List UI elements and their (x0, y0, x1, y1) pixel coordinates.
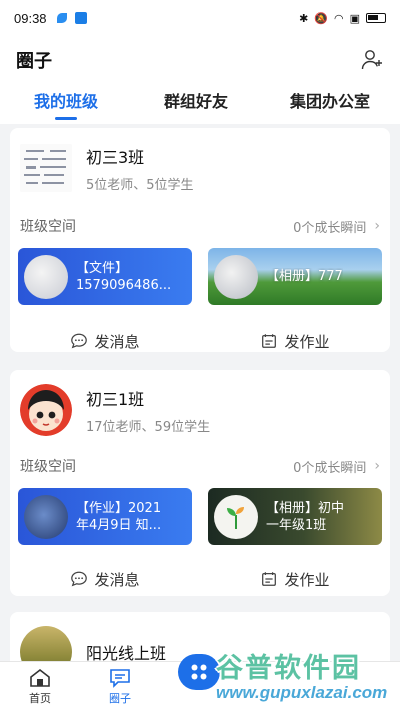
class-space-row[interactable]: 班级空间 0个成长瞬间 › (10, 214, 390, 238)
add-friend-icon[interactable] (360, 48, 384, 72)
class-card[interactable]: 初三1班 17位老师、59位学生 班级空间 0个成长瞬间 › 【作业】2021 … (10, 370, 390, 596)
class-avatar (20, 384, 72, 436)
class-space-label: 班级空间 (20, 459, 76, 475)
bird-notification-icon (56, 13, 67, 23)
mute-icon: 🔕 (314, 11, 328, 25)
chevron-right-icon: › (374, 218, 380, 234)
home-icon (30, 668, 50, 687)
tab-office[interactable]: 集团办公室 (290, 88, 370, 120)
homework-thumbnail (24, 494, 68, 539)
class-name: 初三1班 (86, 389, 145, 409)
class-card-header[interactable]: 初三3班 5位老师、5位学生 (10, 128, 390, 194)
class-actions: 发消息 发作业 (10, 557, 390, 601)
chat-list-icon (110, 668, 130, 688)
class-list: 初三3班 5位老师、5位学生 班级空间 0个成长瞬间 › 【文件】 157909… (0, 124, 400, 661)
chat-bubble-icon (71, 571, 88, 587)
class-space-tiles: 【作业】2021 年4月9日 知... 【相册】初中 一年级1班 (10, 488, 390, 545)
battery-icon (366, 13, 386, 23)
tab-groups-friends[interactable]: 群组好友 (164, 88, 228, 120)
space-tile-file[interactable]: 【文件】 1579096486... (18, 248, 192, 305)
page-title: 圈子 (16, 51, 52, 72)
status-time: 09:38 (14, 10, 47, 26)
assign-homework-button[interactable]: 发作业 (200, 319, 390, 363)
nav-home[interactable]: 首页 (0, 668, 80, 706)
status-bar: 09:38 ✱ 🔕 ◠ ▣ (0, 0, 400, 36)
class-member-count: 17位老师、59位学生 (86, 419, 211, 435)
tile-caption: 【相册】777 (266, 269, 343, 284)
tab-my-classes[interactable]: 我的班级 (34, 88, 98, 120)
chat-bubble-icon (71, 333, 88, 349)
chevron-right-icon: › (374, 458, 380, 474)
class-space-tiles: 【文件】 1579096486... 【相册】777 (10, 248, 390, 305)
cartoon-boy-avatar-icon (20, 384, 72, 436)
send-message-button[interactable]: 发消息 (10, 557, 200, 601)
document-thumbnail-icon (20, 144, 72, 192)
class-card-header[interactable]: 初三1班 17位老师、59位学生 (10, 370, 390, 436)
app-notification-icon (74, 12, 87, 24)
bluetooth-icon: ✱ (299, 11, 309, 25)
assign-homework-button[interactable]: 发作业 (200, 557, 390, 601)
wifi-icon: ◠ (333, 11, 344, 25)
class-space-row[interactable]: 班级空间 0个成长瞬间 › (10, 454, 390, 478)
space-tile-album[interactable]: 【相册】初中 一年级1班 (208, 488, 382, 545)
growth-moments-count: 0个成长瞬间 (293, 220, 367, 236)
class-actions: 发消息 发作业 (10, 319, 390, 363)
tile-caption: 【相册】初中 一年级1班 (266, 500, 345, 533)
app-header: 圈子 (0, 36, 400, 84)
grid-apps-icon (191, 664, 207, 680)
class-name: 初三3班 (86, 147, 145, 167)
album-thumbnail (214, 254, 258, 299)
file-thumbnail (24, 254, 68, 299)
class-avatar (20, 626, 72, 661)
class-name: 阳光线上班 (86, 644, 167, 661)
send-message-button[interactable]: 发消息 (10, 319, 200, 363)
class-card[interactable]: 初三3班 5位老师、5位学生 班级空间 0个成长瞬间 › 【文件】 157909… (10, 128, 390, 352)
space-tile-album[interactable]: 【相册】777 (208, 248, 382, 305)
space-tile-homework[interactable]: 【作业】2021 年4月9日 知... (18, 488, 192, 545)
nav-circle[interactable]: 圈子 (80, 668, 160, 706)
growth-moments-count: 0个成长瞬间 (293, 460, 367, 476)
calendar-icon (262, 334, 277, 348)
tab-bar: 我的班级 群组好友 集团办公室 (0, 84, 400, 124)
sim-icon: ▣ (349, 11, 360, 25)
class-space-label: 班级空间 (20, 219, 76, 235)
class-avatar (20, 142, 72, 194)
status-indicators: ✱ 🔕 ◠ ▣ (299, 12, 386, 25)
apps-button[interactable] (178, 654, 220, 690)
album-thumbnail (214, 494, 258, 539)
seedling-logo-icon (227, 506, 244, 529)
tile-caption: 【作业】2021 年4月9日 知... (76, 500, 162, 533)
tile-caption: 【文件】 1579096486... (76, 260, 172, 293)
calendar-icon (262, 572, 277, 586)
class-member-count: 5位老师、5位学生 (86, 177, 194, 193)
